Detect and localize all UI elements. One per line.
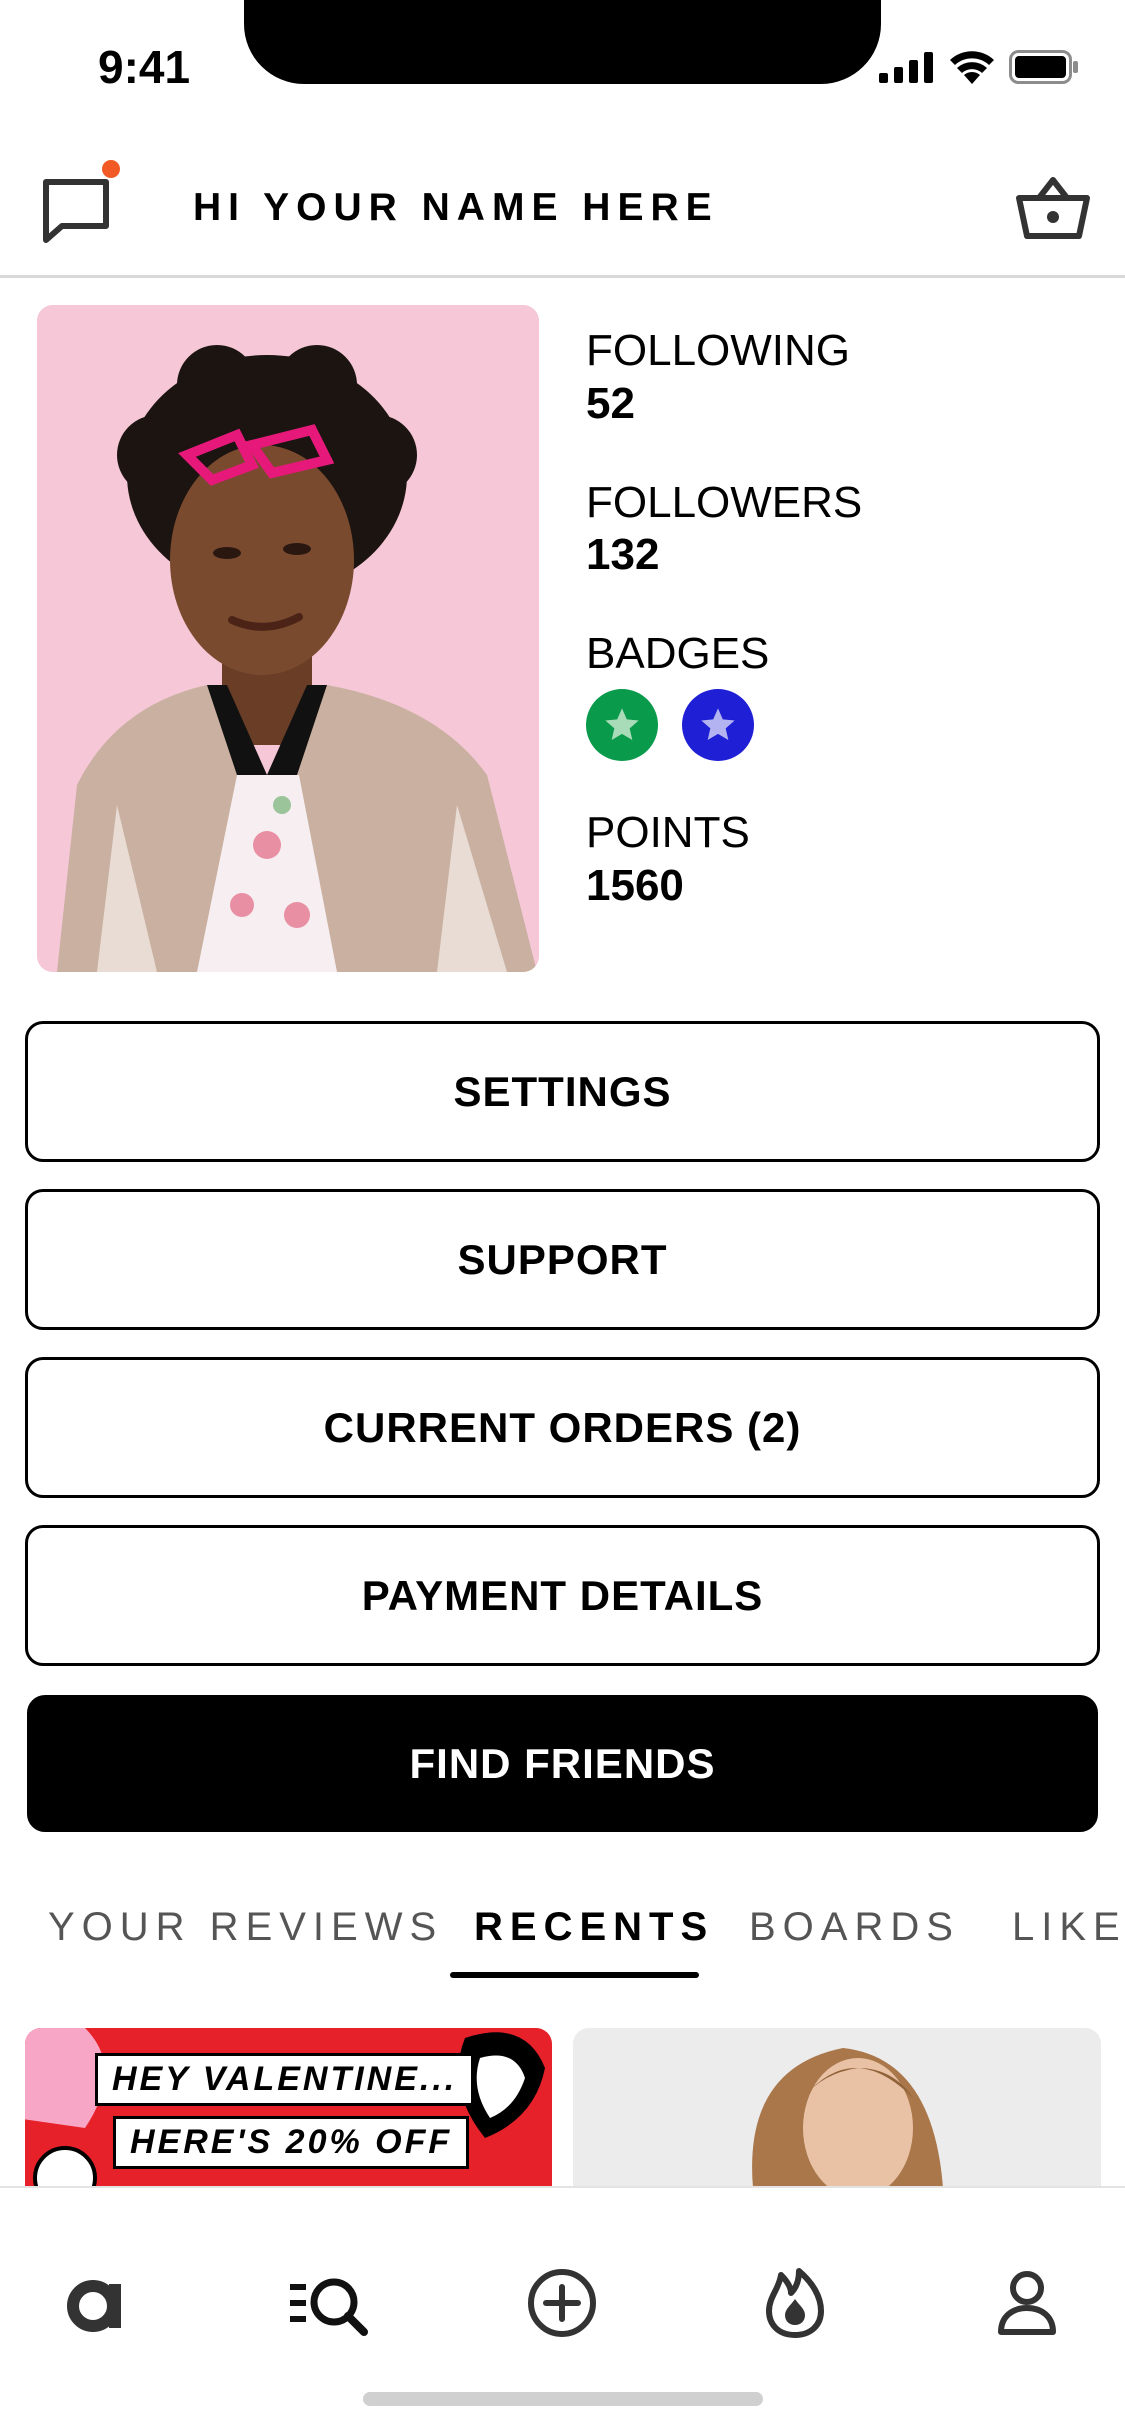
payment-details-button[interactable]: PAYMENT DETAILS bbox=[25, 1525, 1100, 1666]
cellular-signal-icon bbox=[879, 52, 933, 83]
badges-list bbox=[586, 688, 1086, 761]
notification-dot bbox=[102, 160, 120, 178]
points-count: 1560 bbox=[586, 860, 684, 910]
active-tab-indicator bbox=[450, 1972, 699, 1978]
battery-icon bbox=[1009, 50, 1078, 84]
app-header: HI YOUR NAME HERE bbox=[0, 140, 1125, 278]
settings-button[interactable]: SETTINGS bbox=[25, 1021, 1100, 1162]
support-button[interactable]: SUPPORT bbox=[25, 1189, 1100, 1330]
search-icon bbox=[290, 2278, 368, 2336]
nav-add[interactable] bbox=[517, 2258, 607, 2348]
badge-blue[interactable] bbox=[682, 688, 754, 761]
home-indicator[interactable] bbox=[363, 2392, 763, 2406]
badges-label: BADGES bbox=[586, 629, 770, 679]
nav-trending[interactable] bbox=[750, 2258, 840, 2348]
status-icons bbox=[879, 50, 1079, 84]
points-label: POINTS bbox=[586, 807, 750, 857]
profile-photo[interactable] bbox=[37, 305, 539, 972]
promo-line-1: HEY VALENTINE... bbox=[95, 2053, 475, 2106]
product-photo bbox=[573, 2028, 1101, 2188]
profile-tabs: YOUR REVIEWS RECENTS BOARDS LIKED bbox=[0, 1895, 1125, 1985]
recent-item-card[interactable]: HEY VALENTINE... HERE'S 20% OFF bbox=[25, 2028, 552, 2188]
device-notch bbox=[244, 0, 881, 84]
followers-count[interactable]: 132 bbox=[586, 529, 1086, 582]
status-time: 9:41 bbox=[98, 41, 191, 93]
recent-item-card[interactable] bbox=[573, 2028, 1101, 2188]
find-friends-button[interactable]: FIND FRIENDS bbox=[27, 1695, 1098, 1832]
star-icon bbox=[701, 708, 735, 740]
tab-recents[interactable]: RECENTS bbox=[474, 1905, 714, 1950]
nav-profile[interactable] bbox=[982, 2258, 1072, 2348]
fire-icon bbox=[766, 2268, 824, 2338]
following-label: FOLLOWING bbox=[586, 326, 851, 375]
tab-boards[interactable]: BOARDS bbox=[749, 1905, 960, 1950]
star-icon bbox=[605, 708, 639, 740]
tab-liked[interactable]: LIKED bbox=[1012, 1905, 1125, 1950]
status-bar: 9:41 bbox=[0, 0, 1125, 140]
nav-home[interactable] bbox=[53, 2258, 143, 2348]
followers-label: FOLLOWERS bbox=[586, 477, 863, 527]
current-orders-button[interactable]: CURRENT ORDERS (2) bbox=[25, 1357, 1100, 1498]
basket-icon[interactable] bbox=[1015, 170, 1091, 246]
add-icon bbox=[528, 2269, 596, 2337]
badge-green[interactable] bbox=[586, 688, 658, 761]
tab-your-reviews[interactable]: YOUR REVIEWS bbox=[48, 1905, 443, 1950]
profile-stats: FOLLOWING 52 FOLLOWERS 132 BADGES POINTS… bbox=[586, 325, 1086, 959]
wifi-icon bbox=[950, 51, 994, 84]
profile-portrait-illustration bbox=[37, 305, 539, 972]
page-title: HI YOUR NAME HERE bbox=[193, 186, 719, 229]
following-count[interactable]: 52 bbox=[586, 378, 1086, 431]
profile-icon bbox=[998, 2271, 1056, 2335]
chat-icon[interactable] bbox=[38, 170, 118, 250]
home-a-icon bbox=[67, 2280, 121, 2332]
nav-search[interactable] bbox=[285, 2258, 375, 2348]
promo-line-2: HERE'S 20% OFF bbox=[113, 2116, 470, 2169]
